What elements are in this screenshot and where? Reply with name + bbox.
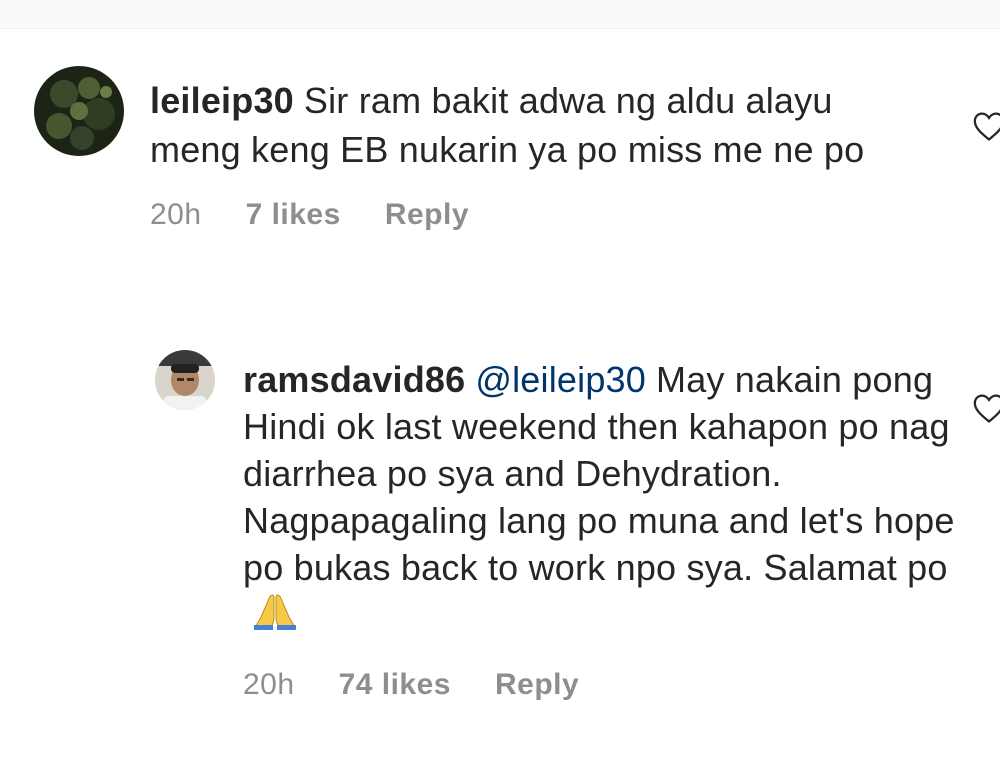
heart-icon[interactable] [972,392,1000,424]
avatar[interactable] [34,66,124,156]
reply-button[interactable]: Reply [385,198,469,232]
heart-icon[interactable] [972,110,1000,142]
top-divider [0,0,1000,29]
comment-likes[interactable]: 7 likes [246,198,341,232]
folded-hands-icon [251,591,299,642]
reply-time: 20h [243,668,295,701]
comment-content: leileip30 Sir ram bakit adwa ng aldu alay… [150,76,930,232]
reply-likes[interactable]: 74 likes [339,668,451,702]
reply-mention-link[interactable]: @leileip30 [475,359,646,400]
reply-meta: 20h 74 likes Reply [243,668,963,702]
comments-thread: leileip30 Sir ram bakit adwa ng aldu alay… [0,0,1000,781]
comment-username[interactable]: leileip30 [150,80,294,121]
comment-text-block: leileip30 Sir ram bakit adwa ng aldu alay… [150,76,930,174]
reply-content: ramsdavid86 @leileip30 May nakain pong Hin… [243,356,963,702]
reply-username[interactable]: ramsdavid86 [243,359,465,400]
reply-text-block: ramsdavid86 @leileip30 May nakain pong Hin… [243,356,963,642]
comment-time: 20h [150,198,202,231]
comment-meta: 20h 7 likes Reply [150,198,930,232]
reply-button[interactable]: Reply [495,668,579,702]
avatar[interactable] [155,350,215,410]
